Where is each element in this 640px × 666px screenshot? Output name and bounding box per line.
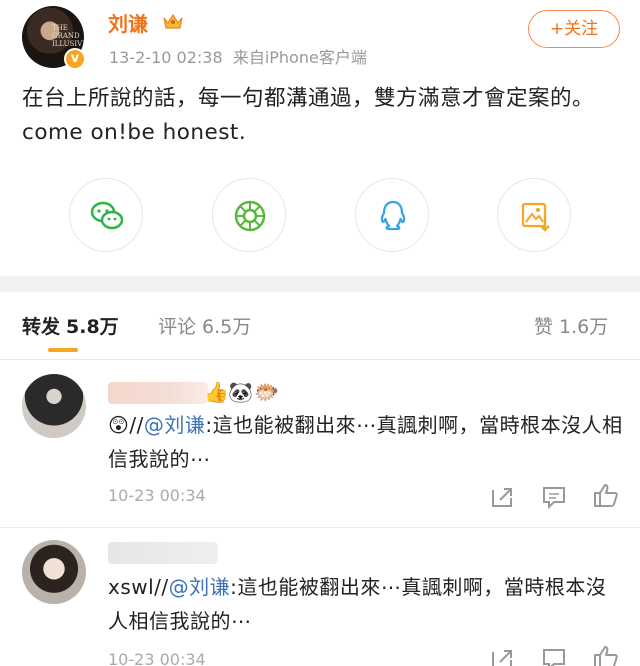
share-wechat-button[interactable] <box>69 178 143 252</box>
tab-repost-label: 转发 <box>22 316 61 338</box>
tab-like-label: 赞 <box>534 316 554 338</box>
author-name[interactable]: 刘谦 <box>108 8 148 37</box>
commenter-name-blurred[interactable] <box>108 542 218 564</box>
tab-active-indicator <box>48 348 78 352</box>
comment-time: 10-23 00:34 <box>108 650 206 666</box>
comment-icon[interactable] <box>540 646 568 666</box>
comment-icon[interactable] <box>540 484 568 510</box>
moments-icon <box>234 200 266 232</box>
post-meta: 13-2-10 02:38 来自iPhone客户端 <box>109 48 367 67</box>
share-row <box>0 178 640 258</box>
share-moments-button[interactable] <box>212 178 286 252</box>
qq-icon <box>380 200 406 231</box>
list-item: xswl//@刘谦:這也能被翻出來⋯真諷刺啊，當時根本沒人相信我說的⋯ 10-2… <box>0 528 640 666</box>
post-text: 在台上所說的話，每一句都溝通過，雙方滿意才會定案的。come on!be hon… <box>22 86 595 145</box>
avatar-poster-text: THE GRAND ILLUSIVE <box>52 24 84 48</box>
section-divider <box>0 276 640 292</box>
tab-like-count: 1.6万 <box>559 316 609 338</box>
tab-comment-count: 6.5万 <box>202 316 252 338</box>
repost-icon[interactable] <box>488 484 516 510</box>
comment-prefix: xswl// <box>108 575 169 599</box>
tab-repost-count: 5.8万 <box>66 316 119 338</box>
commenter-name-blurred[interactable] <box>108 382 208 404</box>
mention-link[interactable]: @刘谦 <box>169 575 231 599</box>
follow-button[interactable]: +关注 <box>528 10 620 48</box>
tab-comment[interactable]: 评论 6.5万 <box>158 312 251 339</box>
wechat-icon <box>90 201 124 230</box>
post-header: THE GRAND ILLUSIVE v 刘谦 13-2-10 02:38 来自… <box>0 0 640 74</box>
list-item: 👍 🐼 🐡 😲//@刘谦:這也能被翻出來⋯真諷刺啊，當時根本沒人相信我說的⋯ 1… <box>0 360 640 528</box>
repost-icon[interactable] <box>488 646 516 666</box>
comment-time: 10-23 00:34 <box>108 486 206 505</box>
mention-link[interactable]: @刘谦 <box>144 413 206 437</box>
share-qq-button[interactable] <box>355 178 429 252</box>
interaction-tabs: 转发 5.8万 评论 6.5万 赞 1.6万 <box>0 292 640 360</box>
save-image-icon <box>521 202 550 232</box>
avatar[interactable] <box>22 374 86 438</box>
crown-icon <box>163 13 183 29</box>
save-image-button[interactable] <box>497 178 571 252</box>
tab-repost[interactable]: 转发 5.8万 <box>22 312 119 339</box>
like-icon[interactable] <box>592 644 620 666</box>
panda-emoji-icon: 🐼 <box>228 380 253 404</box>
comment-text: xswl//@刘谦:這也能被翻出來⋯真諷刺啊，當時根本沒人相信我說的⋯ <box>108 570 623 638</box>
comment-prefix: // <box>129 413 144 437</box>
verified-badge-icon: v <box>64 48 86 70</box>
thumb-up-emoji-icon: 👍 <box>204 380 229 404</box>
fish-emoji-icon: 🐡 <box>254 380 279 404</box>
tab-like[interactable]: 赞 1.6万 <box>534 312 608 339</box>
like-icon[interactable] <box>592 482 620 508</box>
comment-text: 😲//@刘谦:這也能被翻出來⋯真諷刺啊，當時根本沒人相信我說的⋯ <box>108 408 623 476</box>
surprised-emoji-icon: 😲 <box>108 413 130 437</box>
avatar[interactable] <box>22 540 86 604</box>
tab-comment-label: 评论 <box>158 316 197 338</box>
